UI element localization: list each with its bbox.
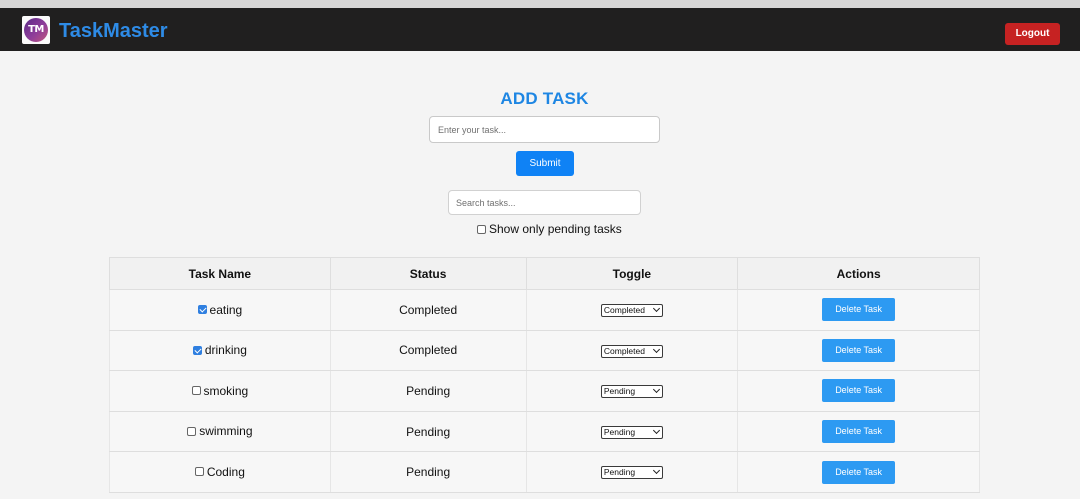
chevron-down-icon <box>652 304 660 312</box>
app-logo[interactable]: TM <box>22 16 50 44</box>
task-name-wrap: smoking <box>191 383 249 398</box>
task-status: Pending <box>329 410 527 453</box>
table-row: eating Completed Completed Delete Task <box>109 289 980 331</box>
search-input[interactable] <box>448 190 641 215</box>
task-name-wrap: eating <box>197 302 243 317</box>
status-select[interactable]: Completed <box>600 344 663 358</box>
header-task-name: Task Name <box>109 257 331 290</box>
browser-top-strip <box>0 0 1080 8</box>
actions-cell: Delete Task <box>737 410 980 453</box>
actions-cell: Delete Task <box>737 289 980 331</box>
status-select-value: Pending <box>603 467 636 478</box>
toggle-cell: Pending <box>525 451 739 493</box>
task-name: swimming <box>199 424 253 439</box>
toggle-cell: Completed <box>525 289 739 331</box>
submit-button[interactable]: Submit <box>516 151 574 176</box>
task-status: Completed <box>329 289 527 331</box>
table-row: smoking Pending Pending Delete Task <box>109 370 980 412</box>
task-name-wrap: Coding <box>194 464 245 479</box>
chevron-down-icon <box>652 345 660 353</box>
table-row: drinking Completed Completed Delete Task <box>109 329 980 372</box>
table-row: Coding Pending Pending Delete Task <box>109 451 980 493</box>
task-name-cell: Coding <box>109 451 331 493</box>
task-status: Completed <box>329 329 527 372</box>
task-name: eating <box>209 302 243 317</box>
chevron-down-icon <box>652 386 660 394</box>
status-select[interactable]: Pending <box>600 425 663 439</box>
delete-task-button[interactable]: Delete Task <box>822 420 896 444</box>
task-checkbox[interactable] <box>197 305 207 315</box>
chevron-down-icon <box>652 467 660 475</box>
status-select[interactable]: Completed <box>600 303 663 317</box>
task-status: Pending <box>329 370 527 412</box>
status-select-value: Completed <box>603 304 645 315</box>
task-name-cell: eating <box>109 289 331 331</box>
add-task-heading: ADD TASK <box>500 89 589 108</box>
header-actions: Actions <box>737 257 980 290</box>
pending-filter[interactable]: Show only pending tasks <box>477 221 622 237</box>
status-select-value: Pending <box>603 426 636 437</box>
status-select-value: Completed <box>603 345 645 356</box>
task-name: smoking <box>203 383 249 398</box>
chevron-down-icon <box>652 426 660 434</box>
task-checkbox[interactable] <box>191 386 201 396</box>
brand-title[interactable]: TaskMaster <box>59 19 168 43</box>
actions-cell: Delete Task <box>737 451 980 493</box>
task-name: drinking <box>204 343 247 358</box>
logout-button[interactable]: Logout <box>1005 23 1060 45</box>
pending-filter-checkbox[interactable] <box>477 224 486 234</box>
toggle-cell: Pending <box>525 410 739 453</box>
status-select-value: Pending <box>603 386 636 397</box>
table-row: swimming Pending Pending Delete Task <box>109 410 980 453</box>
toggle-cell: Pending <box>525 370 739 412</box>
delete-task-button[interactable]: Delete Task <box>822 460 896 484</box>
logo-icon: TM <box>24 18 48 42</box>
delete-task-button[interactable]: Delete Task <box>822 338 896 362</box>
task-status: Pending <box>329 451 527 493</box>
task-name-wrap: drinking <box>192 343 247 358</box>
task-name-cell: smoking <box>109 370 331 412</box>
task-name: Coding <box>206 464 245 479</box>
actions-cell: Delete Task <box>737 370 980 412</box>
task-checkbox[interactable] <box>194 467 204 477</box>
tasks-table: Task Name Status Toggle Actions eating C… <box>109 257 980 493</box>
table-header-row: Task Name Status Toggle Actions <box>109 257 980 290</box>
status-select[interactable]: Pending <box>600 385 663 399</box>
task-name-wrap: swimming <box>187 424 253 439</box>
navbar: TM TaskMaster Logout <box>0 8 1080 51</box>
task-checkbox[interactable] <box>192 345 202 355</box>
header-status: Status <box>329 257 527 290</box>
delete-task-button[interactable]: Delete Task <box>822 379 896 403</box>
delete-task-button[interactable]: Delete Task <box>822 298 896 322</box>
task-name-cell: drinking <box>109 329 331 372</box>
header-toggle: Toggle <box>525 257 739 290</box>
pending-filter-label: Show only pending tasks <box>489 222 622 236</box>
toggle-cell: Completed <box>525 329 739 372</box>
task-input[interactable] <box>429 116 660 143</box>
task-name-cell: swimming <box>109 410 331 453</box>
task-checkbox[interactable] <box>187 426 197 436</box>
status-select[interactable]: Pending <box>600 466 663 480</box>
actions-cell: Delete Task <box>737 329 980 372</box>
